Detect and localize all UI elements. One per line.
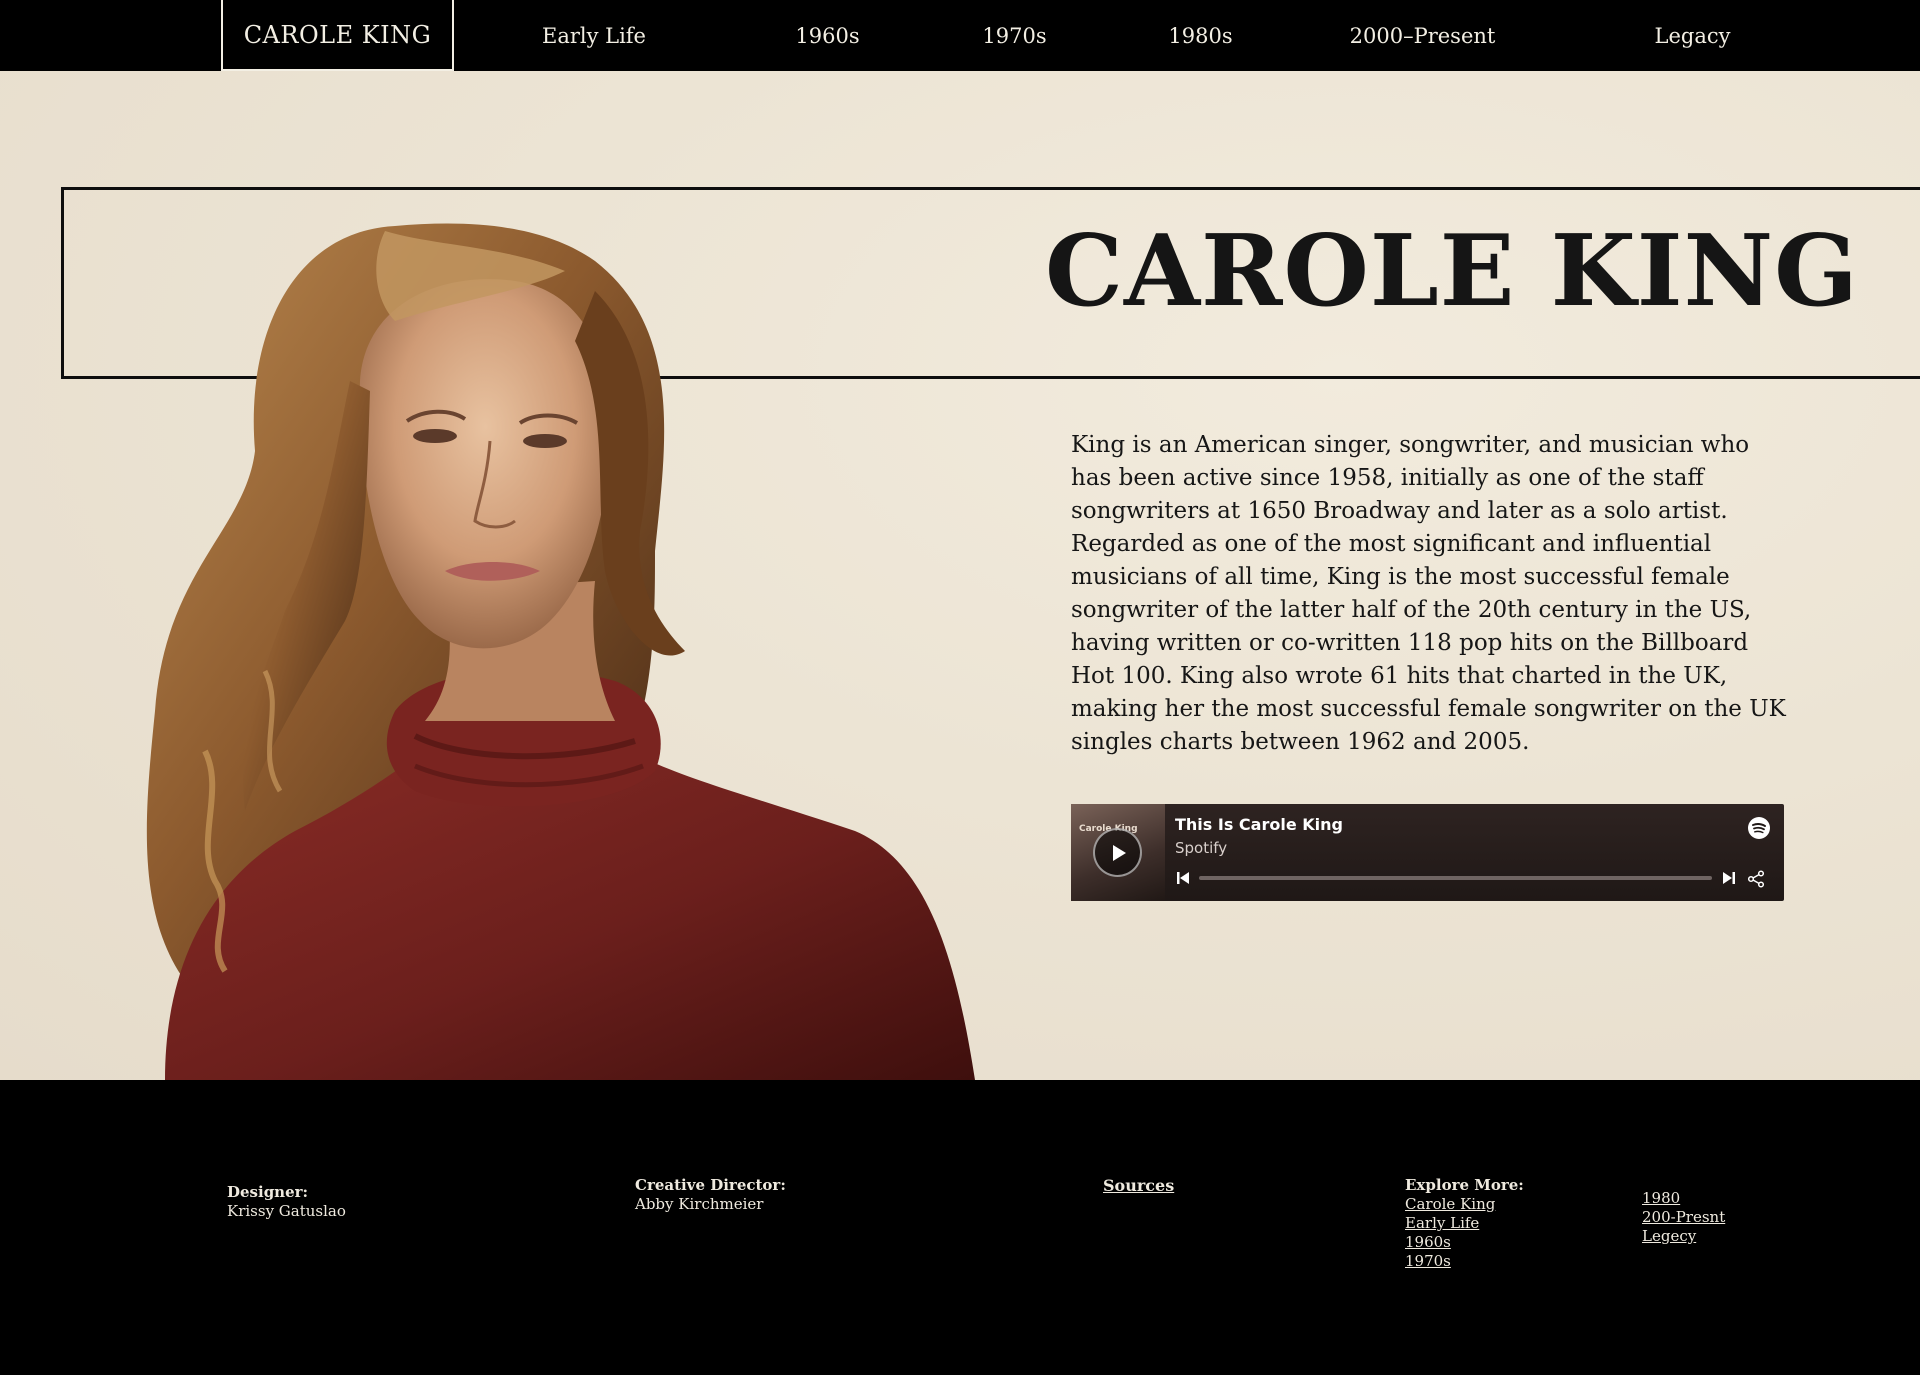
footer-link-1970s[interactable]: 1970s [1405, 1252, 1524, 1271]
skip-back-icon[interactable] [1176, 871, 1190, 885]
director-name: Abby Kirchmeier [635, 1195, 764, 1213]
explore-more-column-2: 1980 200-Presnt Legecy [1642, 1189, 1725, 1246]
director-credit: Creative Director: Abby Kirchmeier [635, 1176, 786, 1214]
skip-forward-icon[interactable] [1722, 871, 1736, 885]
footer-link-early-life[interactable]: Early Life [1405, 1214, 1524, 1233]
bio-paragraph: King is an American singer, songwriter, … [1071, 432, 1786, 755]
top-navigation: CAROLE KING Early Life 1960s 1970s 1980s… [0, 0, 1920, 71]
hero-section: CAROLE KING King is an American singer, … [0, 71, 1920, 1080]
footer-link-2000-present[interactable]: 200-Presnt [1642, 1208, 1725, 1227]
track-title: This Is Carole King [1175, 815, 1343, 834]
explore-label: Explore More: [1405, 1176, 1524, 1194]
designer-label: Designer: [227, 1183, 309, 1201]
nav-item-early-life[interactable]: Early Life [530, 0, 658, 71]
nav-item-2000-present[interactable]: 2000–Present [1345, 0, 1500, 71]
spotify-icon[interactable] [1747, 816, 1771, 840]
site-footer: Designer: Krissy Gatuslao Creative Direc… [0, 1080, 1920, 1375]
nav-item-1980s[interactable]: 1980s [1153, 0, 1248, 71]
designer-name: Krissy Gatuslao [227, 1202, 346, 1220]
sources-column: Sources [1103, 1176, 1174, 1195]
share-icon[interactable] [1747, 870, 1765, 888]
footer-link-1960s[interactable]: 1960s [1405, 1233, 1524, 1252]
progress-bar[interactable] [1199, 876, 1712, 880]
play-button[interactable] [1093, 828, 1142, 877]
nav-item-1960s[interactable]: 1960s [780, 0, 875, 71]
sources-link[interactable]: Sources [1103, 1176, 1174, 1195]
footer-link-1980[interactable]: 1980 [1642, 1189, 1725, 1208]
nav-item-legacy[interactable]: Legacy [1640, 0, 1745, 71]
portrait-image [146, 223, 975, 1080]
nav-item-1970s[interactable]: 1970s [967, 0, 1062, 71]
play-icon [1112, 844, 1126, 861]
track-source: Spotify [1175, 839, 1228, 857]
footer-link-legacy[interactable]: Legecy [1642, 1227, 1725, 1246]
explore-more-column: Explore More: Carole King Early Life 196… [1405, 1176, 1524, 1271]
designer-credit: Designer: Krissy Gatuslao [227, 1183, 346, 1221]
page-title: CAROLE KING [1045, 214, 1859, 329]
playlist-cover: Carole King [1071, 804, 1165, 901]
spotify-player: Carole King This Is Carole King Spotify [1071, 804, 1784, 901]
nav-brand-link[interactable]: CAROLE KING [221, 0, 454, 71]
footer-link-carole-king[interactable]: Carole King [1405, 1195, 1524, 1214]
director-label: Creative Director: [635, 1176, 786, 1194]
